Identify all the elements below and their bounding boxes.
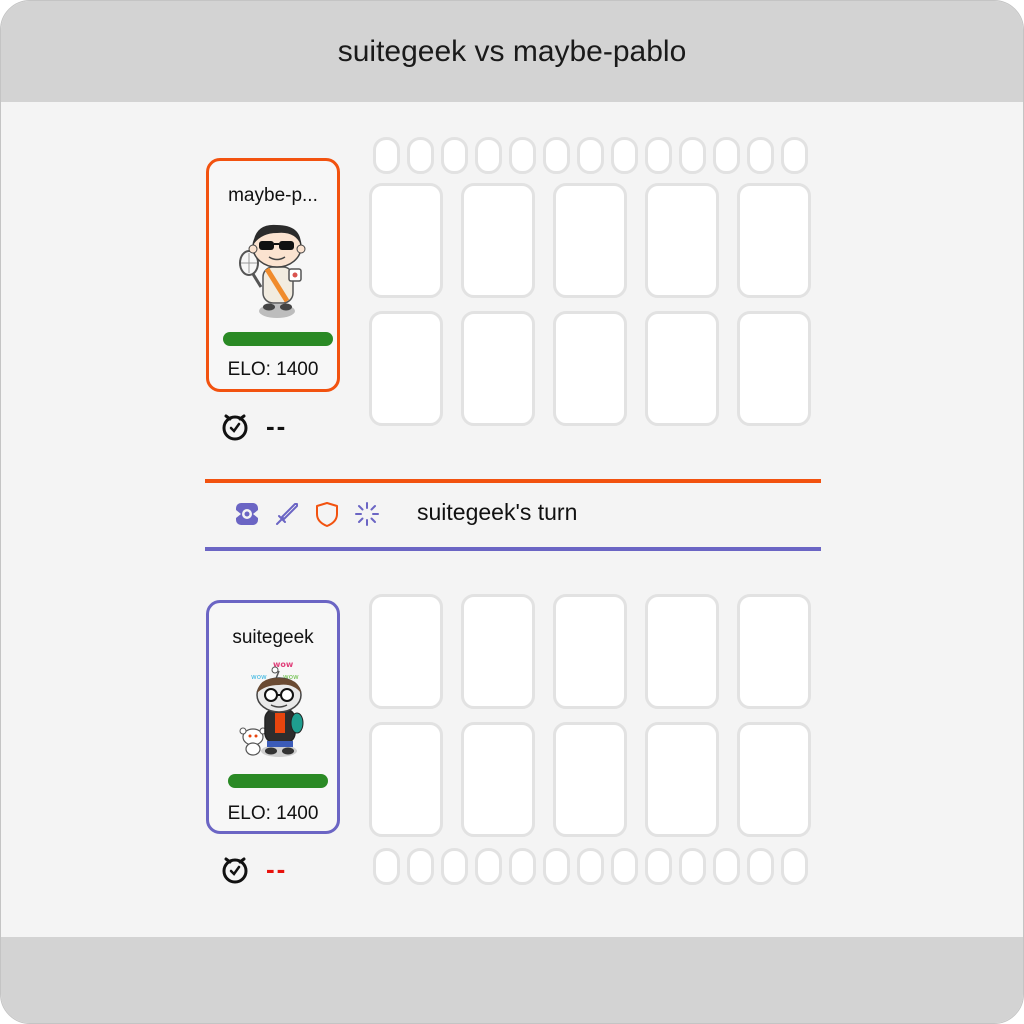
player-resource-pip (679, 848, 706, 885)
player-resource-pip (611, 848, 638, 885)
opponent-card-slot[interactable] (369, 183, 443, 298)
opponent-resource-pip (441, 137, 468, 174)
player-card-slot[interactable] (645, 594, 719, 709)
opponent-resource-pip (407, 137, 434, 174)
player-resource-pip (441, 848, 468, 885)
opponent-avatar (239, 224, 306, 318)
svg-text:wow: wow (251, 673, 267, 681)
opponent-resource-pip (645, 137, 672, 174)
player-avatar: wow wow wow (239, 660, 304, 757)
opponent-health-bar (223, 332, 333, 346)
player-resource-pip (509, 848, 536, 885)
player-card-slot[interactable] (461, 722, 535, 837)
player-resource-pip (781, 848, 808, 885)
player-card-slot[interactable] (737, 594, 811, 709)
player-timer-value: -- (266, 854, 288, 884)
player-resource-pip (645, 848, 672, 885)
player-card-slot[interactable] (553, 594, 627, 709)
player-card-slot[interactable] (461, 594, 535, 709)
match-title: suitegeek vs maybe-pablo (337, 34, 687, 68)
opponent-resource-pip (747, 137, 774, 174)
player-card[interactable]: suitegeek wow wow wow ELO: 1400 (206, 600, 340, 834)
opponent-card[interactable]: maybe-p... ELO: 1400 (206, 158, 340, 392)
game-window: suitegeek vs maybe-pablo maybe-p... ELO:… (0, 0, 1024, 1024)
header-bar: suitegeek vs maybe-pablo (1, 1, 1023, 102)
opponent-card-slot[interactable] (461, 183, 535, 298)
player-card-slot[interactable] (369, 722, 443, 837)
player-timer: -- (220, 854, 287, 885)
sword-icon[interactable] (273, 500, 301, 528)
opponent-card-slot[interactable] (645, 311, 719, 426)
player-name: suitegeek (232, 627, 314, 648)
focus-icon[interactable] (233, 500, 261, 528)
opponent-card-slot[interactable] (737, 311, 811, 426)
opponent-resource-pip (781, 137, 808, 174)
turn-status-row: suitegeek's turn (205, 485, 821, 545)
player-divider (205, 547, 821, 551)
opponent-resource-pip (577, 137, 604, 174)
footer-bar (1, 937, 1023, 1023)
opponent-card-slot[interactable] (553, 183, 627, 298)
opponent-card-slot[interactable] (553, 311, 627, 426)
player-resource-pip (577, 848, 604, 885)
player-card-slot[interactable] (369, 594, 443, 709)
stopwatch-icon (222, 857, 248, 883)
opponent-resource-pip (509, 137, 536, 174)
player-health-bar (228, 774, 328, 788)
opponent-resource-pip (475, 137, 502, 174)
opponent-resource-pip (713, 137, 740, 174)
opponent-resource-pip (373, 137, 400, 174)
opponent-resource-pip (679, 137, 706, 174)
player-resource-pip (475, 848, 502, 885)
player-resource-pip (543, 848, 570, 885)
player-resource-pip (747, 848, 774, 885)
player-card-slot[interactable] (737, 722, 811, 837)
player-resource-pip (373, 848, 400, 885)
opponent-card-slot[interactable] (737, 183, 811, 298)
turn-indicator: suitegeek's turn (417, 499, 578, 525)
player-card-slot[interactable] (645, 722, 719, 837)
opponent-resource-pip (611, 137, 638, 174)
opponent-timer-value: -- (266, 411, 288, 441)
opponent-card-slot[interactable] (369, 311, 443, 426)
opponent-resource-pip (543, 137, 570, 174)
shield-icon[interactable] (313, 500, 341, 528)
opponent-elo: ELO: 1400 (227, 359, 319, 380)
player-resource-pip (713, 848, 740, 885)
opponent-divider (205, 479, 821, 483)
player-card-slot[interactable] (553, 722, 627, 837)
stopwatch-icon (222, 414, 248, 440)
opponent-timer: -- (220, 411, 287, 442)
opponent-card-slot[interactable] (645, 183, 719, 298)
loading-icon (355, 502, 379, 526)
player-elo: ELO: 1400 (227, 803, 319, 824)
opponent-card-slot[interactable] (461, 311, 535, 426)
opponent-name: maybe-p... (228, 185, 318, 206)
player-resource-pip (407, 848, 434, 885)
